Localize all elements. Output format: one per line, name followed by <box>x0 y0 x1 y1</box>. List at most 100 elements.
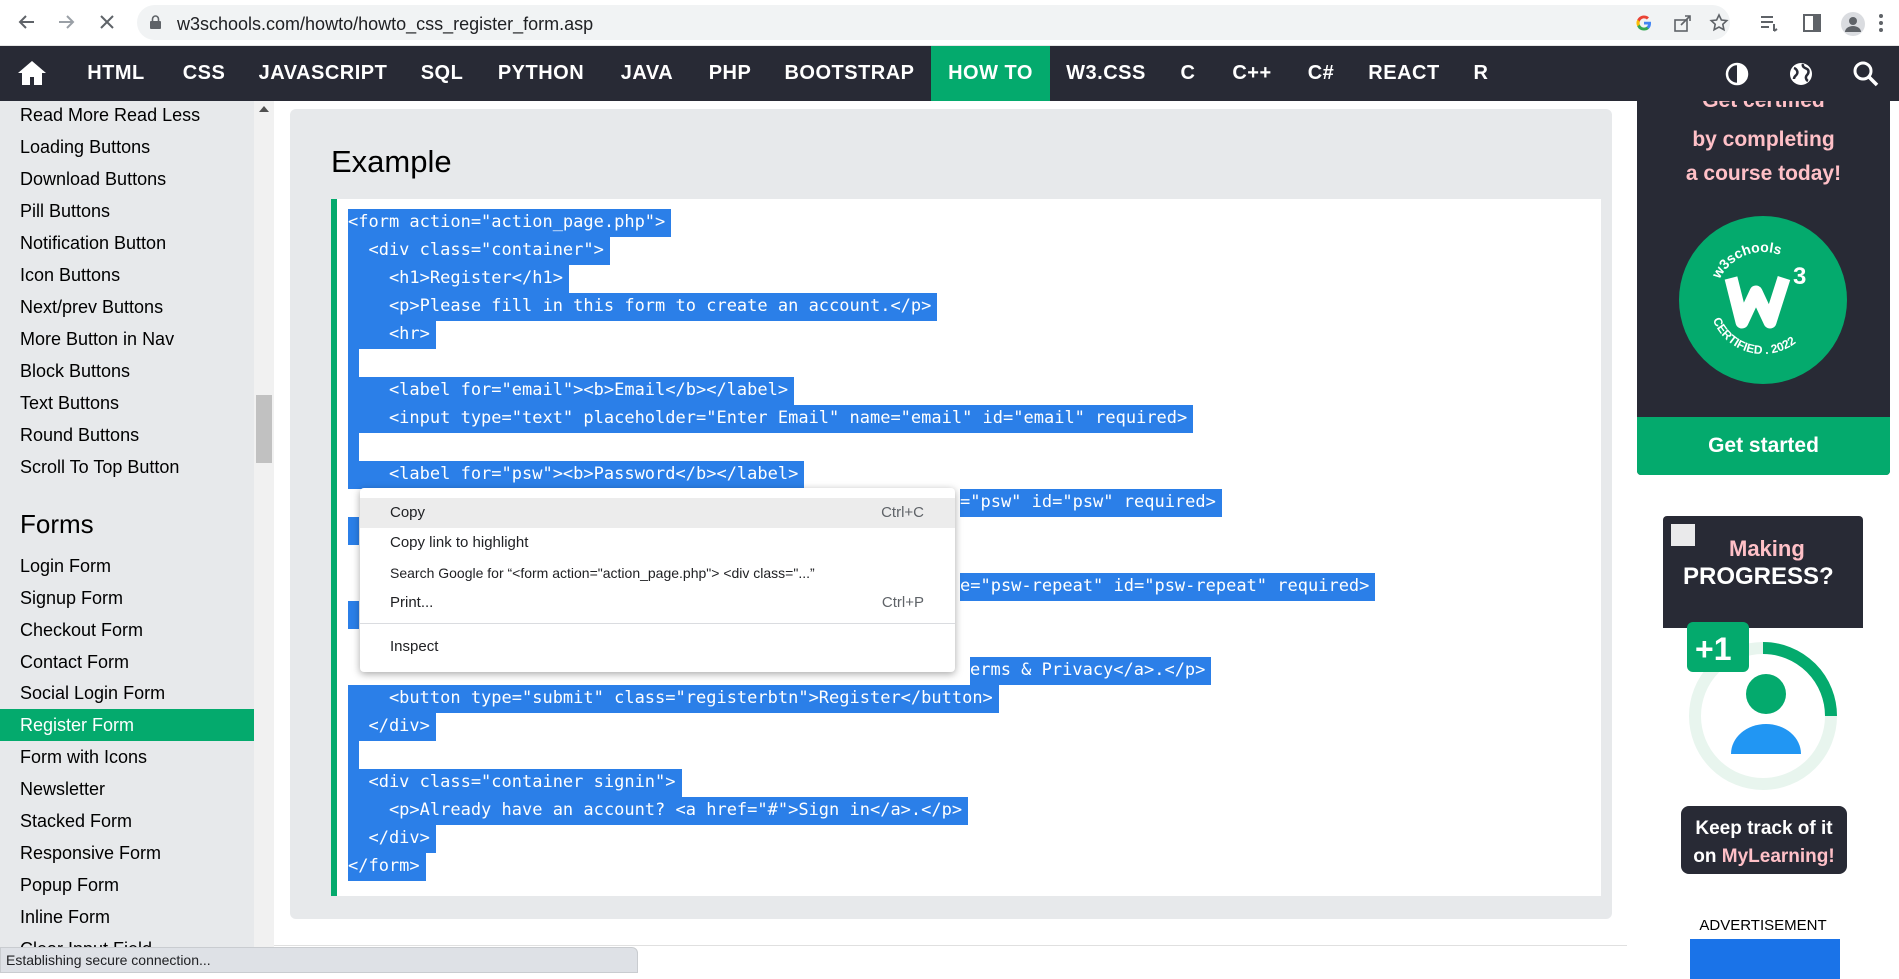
sidebar-link[interactable]: Contact Form <box>0 646 254 678</box>
nav-html[interactable]: HTML <box>73 46 159 101</box>
ad-track-line-2a: on <box>1693 846 1722 867</box>
sidebar-link[interactable]: Loading Buttons <box>0 131 254 163</box>
nav-python[interactable]: PYTHON <box>487 46 595 101</box>
sidebar-link[interactable]: Pill Buttons <box>0 195 254 227</box>
sidebar-link[interactable]: Signup Form <box>0 582 254 614</box>
code-line-partial: e="psw-repeat" id="psw-repeat" required> <box>960 573 1376 601</box>
stop-loading-icon[interactable] <box>96 11 118 33</box>
nav-bootstrap[interactable]: BOOTSTRAP <box>771 46 928 101</box>
svg-text:3: 3 <box>1793 263 1806 290</box>
code-line: <hr> <box>348 321 436 349</box>
sidebar-link[interactable]: Form with Icons <box>0 741 254 773</box>
code-line: <input type="text" placeholder="Enter Em… <box>348 405 1194 433</box>
nav-csharp[interactable]: C# <box>1300 46 1342 101</box>
ad-plus-one: +1 <box>1695 631 1731 667</box>
menu-separator <box>360 623 955 624</box>
advertisement-banner[interactable] <box>1690 939 1840 979</box>
sidebar-link-active[interactable]: Register Form <box>0 709 254 741</box>
globe-icon[interactable] <box>1787 60 1815 88</box>
sidebar-link[interactable]: Notification Button <box>0 227 254 259</box>
code-line-blank <box>348 741 359 769</box>
nav-css[interactable]: CSS <box>169 46 239 101</box>
sidebar-link[interactable]: Popup Form <box>0 869 254 901</box>
side-panel-icon[interactable] <box>1801 12 1823 34</box>
menu-item-label: Copy <box>390 504 426 521</box>
menu-item-copy[interactable]: Copy Ctrl+C <box>360 498 955 528</box>
code-line: <div class="container signin"> <box>348 769 682 797</box>
sidebar-link[interactable]: Responsive Form <box>0 837 254 869</box>
back-icon[interactable] <box>16 11 38 33</box>
sidebar-link[interactable]: Next/prev Buttons <box>0 291 254 323</box>
code-line-partial: ="psw" id="psw" required> <box>960 489 1222 517</box>
nav-w3css[interactable]: W3.CSS <box>1058 46 1154 101</box>
address-bar[interactable]: w3schools.com/howto/howto_css_register_f… <box>137 5 1730 40</box>
sidebar-link[interactable]: Newsletter <box>0 773 254 805</box>
code-line: <label for="email"><b>Email</b></label> <box>348 377 795 405</box>
w3-certified-badge-icon: 3 w3schools CERTIFIED . 2022 <box>1679 216 1847 384</box>
nav-java[interactable]: JAVA <box>605 46 689 101</box>
more-menu-icon[interactable] <box>1870 12 1892 34</box>
mylearning-ad[interactable]: Making PROGRESS? +1 Keep track of it on … <box>1663 516 1863 876</box>
search-icon[interactable] <box>1852 60 1880 88</box>
ad-text: Get certified by completing a course tod… <box>1637 101 1890 191</box>
dark-mode-icon[interactable] <box>1723 60 1751 88</box>
code-line: <p>Already have an account? <a href="#">… <box>348 797 969 825</box>
lock-icon <box>150 15 161 29</box>
nav-sql[interactable]: SQL <box>407 46 477 101</box>
ad-track-line-1: Keep track of it <box>1695 818 1833 839</box>
sidebar-link[interactable]: Round Buttons <box>0 419 254 451</box>
home-icon[interactable] <box>17 60 47 86</box>
profile-avatar-icon[interactable] <box>1841 12 1865 36</box>
divider <box>274 945 1627 946</box>
sidebar-link[interactable]: More Button in Nav <box>0 323 254 355</box>
ad-track-line-2b: MyLearning! <box>1722 846 1835 867</box>
menu-item-copy-link[interactable]: Copy link to highlight <box>360 528 955 558</box>
sidebar-scrollbar[interactable] <box>254 101 274 973</box>
sidebar-link[interactable]: Text Buttons <box>0 387 254 419</box>
google-icon[interactable] <box>1634 13 1654 33</box>
code-line: </form> <box>348 853 426 881</box>
bookmark-star-icon[interactable] <box>1709 13 1729 33</box>
nav-c[interactable]: C <box>1172 46 1204 101</box>
nav-php[interactable]: PHP <box>699 46 761 101</box>
menu-item-label: Inspect <box>390 638 439 655</box>
sidebar-link[interactable]: Download Buttons <box>0 163 254 195</box>
reading-list-icon[interactable] <box>1758 12 1780 34</box>
sidebar-link[interactable]: Checkout Form <box>0 614 254 646</box>
sidebar-link[interactable]: Social Login Form <box>0 677 254 709</box>
browser-toolbar: w3schools.com/howto/howto_css_register_f… <box>0 0 1899 46</box>
url-text: w3schools.com/howto/howto_css_register_f… <box>177 14 594 34</box>
forward-icon[interactable] <box>55 11 77 33</box>
nav-how-to[interactable]: HOW TO <box>931 46 1050 101</box>
code-line-blank <box>348 349 359 377</box>
sidebar-link[interactable]: Login Form <box>0 550 254 582</box>
menu-shortcut: Ctrl+C <box>881 504 924 521</box>
get-started-button[interactable]: Get started <box>1637 417 1890 475</box>
right-sidebar: Get certified by completing a course tod… <box>1627 101 1899 979</box>
scroll-up-arrow-icon[interactable] <box>259 106 269 112</box>
certification-ad[interactable]: Get certified by completing a course tod… <box>1637 101 1890 475</box>
sidebar-link[interactable]: Stacked Form <box>0 805 254 837</box>
scrollbar-thumb[interactable] <box>256 395 272 463</box>
code-line-blank <box>348 433 359 461</box>
nav-r[interactable]: R <box>1466 46 1496 101</box>
sidebar-link[interactable]: Inline Form <box>0 901 254 933</box>
menu-item-label: Print... <box>390 594 434 611</box>
nav-javascript[interactable]: JAVASCRIPT <box>249 46 397 101</box>
code-line: <p>Please fill in this form to create an… <box>348 293 938 321</box>
code-line: </div> <box>348 713 436 741</box>
code-line-blank <box>348 601 359 629</box>
ad-progress-title-2: PROGRESS? <box>1683 563 1834 590</box>
sidebar-link[interactable]: Scroll To Top Button <box>0 451 254 483</box>
menu-item-inspect[interactable]: Inspect <box>360 632 955 662</box>
sidebar-link[interactable]: Read More Read Less <box>0 101 254 131</box>
nav-cpp[interactable]: C++ <box>1222 46 1282 101</box>
advertisement-label: ADVERTISEMENT <box>1699 917 1827 934</box>
sidebar-link[interactable]: Block Buttons <box>0 355 254 387</box>
share-icon[interactable] <box>1673 13 1693 33</box>
menu-item-print[interactable]: Print... Ctrl+P <box>360 588 955 618</box>
menu-item-search-google[interactable]: Search Google for “<form action="action_… <box>360 558 955 588</box>
nav-react[interactable]: REACT <box>1362 46 1446 101</box>
menu-item-label: Search Google for “<form action="action_… <box>390 565 815 581</box>
sidebar-link[interactable]: Icon Buttons <box>0 259 254 291</box>
